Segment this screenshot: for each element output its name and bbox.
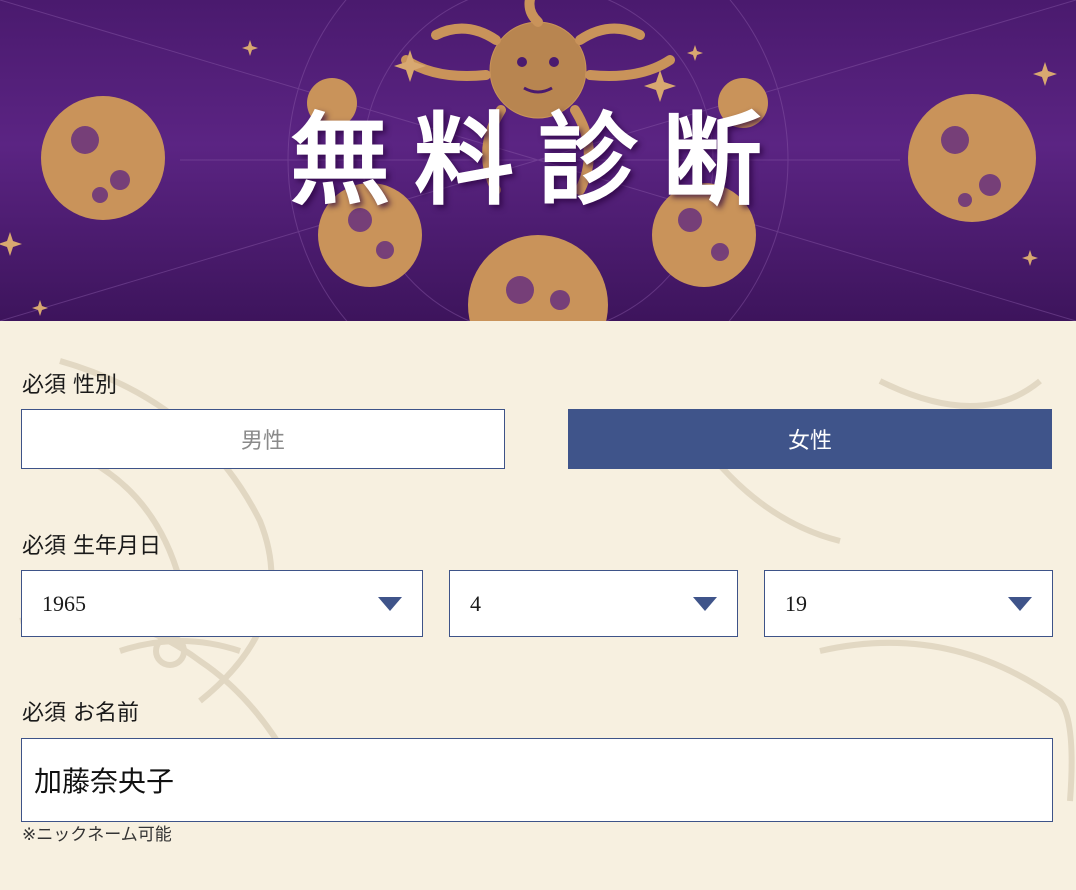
birthdate-label: 必須 生年月日 <box>22 534 161 559</box>
birth-year-select[interactable]: 1965 <box>21 570 423 637</box>
chevron-down-icon <box>378 596 402 611</box>
birth-year-value: 1965 <box>42 590 86 616</box>
gender-female-button[interactable]: 女性 <box>568 409 1052 469</box>
birth-month-select[interactable]: 4 <box>449 570 738 637</box>
nickname-note: ※ニックネーム可能 <box>22 825 172 845</box>
birth-month-value: 4 <box>470 590 481 616</box>
header-banner: 無料診断 <box>0 0 1076 321</box>
birth-day-select[interactable]: 19 <box>764 570 1053 637</box>
chevron-down-icon <box>693 596 717 611</box>
page-title: 無料診断 <box>290 101 786 219</box>
chevron-down-icon <box>1008 596 1032 611</box>
birth-day-value: 19 <box>785 590 807 616</box>
gender-male-button[interactable]: 男性 <box>21 409 505 469</box>
diagnosis-form: 必須 性別 男性 女性 必須 生年月日 1965 4 19 必須 お名前 加藤奈… <box>0 321 1076 890</box>
name-input[interactable]: 加藤奈央子 <box>21 738 1053 822</box>
name-label: 必須 お名前 <box>22 701 139 726</box>
gender-label: 必須 性別 <box>22 373 117 398</box>
